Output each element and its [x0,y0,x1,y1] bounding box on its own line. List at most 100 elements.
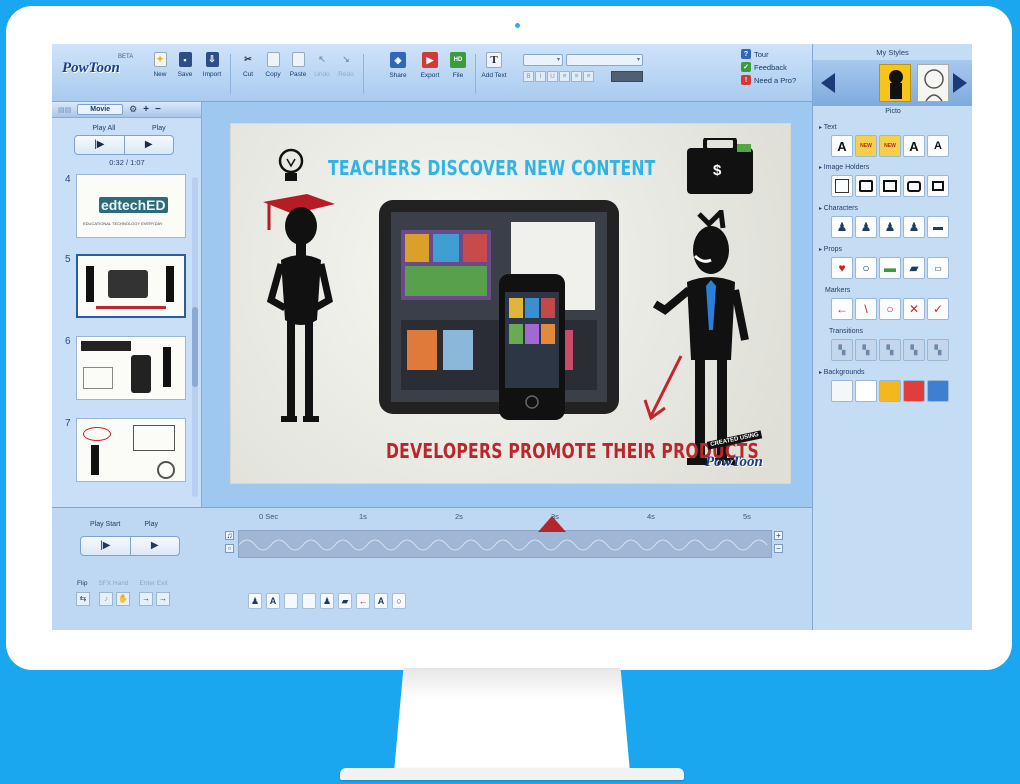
arrow-object-icon[interactable]: ← [356,593,370,609]
text-style-tile[interactable]: A [831,135,853,157]
play-start-button[interactable]: |▶ [81,537,131,555]
remove-slide-button[interactable]: − [155,104,161,115]
play-button[interactable]: ▶ [131,537,180,555]
marker-cross-icon[interactable]: ✕ [903,298,925,320]
category-props[interactable]: Props [819,246,842,253]
sfx-icon[interactable]: ♪ [99,592,113,606]
slides-scrollbar[interactable] [192,177,198,497]
new-text-style-tile[interactable]: NEW [879,135,901,157]
character-walking-icon[interactable]: ♟ [879,216,901,238]
enter-icon[interactable]: → [139,592,153,606]
exit-icon[interactable]: → [156,592,170,606]
trash-icon[interactable]: ▫ [225,544,234,553]
sign-icon[interactable]: ▭ [927,257,949,279]
figure-object-icon[interactable]: ♟ [248,593,262,609]
character-waving-icon[interactable]: ♟ [855,216,877,238]
text-style-tile[interactable]: A [927,135,949,157]
export-button[interactable]: ▶ Export [418,52,442,79]
import-button[interactable]: ⇩ Import [200,52,224,78]
hand-icon[interactable]: ✋ [116,592,130,606]
font-size-select[interactable]: ▾ [523,54,563,66]
slide-thumbnail-4[interactable]: edtechED EDUCATIONAL TECHNOLOGY EVERYDAY [76,174,186,238]
align-left-button[interactable]: ≡ [559,71,570,82]
file-button[interactable]: HD File [446,52,470,79]
blank-frame-icon[interactable] [831,175,853,197]
category-markers[interactable]: Markers [825,287,850,294]
background-swatch[interactable] [903,380,925,402]
category-characters[interactable]: Characters [819,205,858,212]
lightbulb-object-icon[interactable]: ○ [392,593,406,609]
font-family-select[interactable]: ▾ [566,54,643,66]
hanging-frame-icon[interactable] [879,175,901,197]
play-button[interactable]: ▶ [125,136,174,154]
monitor-frame-icon[interactable] [927,175,949,197]
money-icon[interactable]: ▬ [879,257,901,279]
rounded-frame-icon[interactable] [855,175,877,197]
undo-button[interactable]: ↖ Undo [310,52,334,78]
italic-button[interactable]: I [535,71,546,82]
background-swatch[interactable] [927,380,949,402]
transition-icon[interactable]: ▚ [855,339,877,361]
marker-check-icon[interactable]: ✓ [927,298,949,320]
playhead-marker[interactable] [538,516,566,532]
save-button[interactable]: ▪ Save [173,52,197,78]
heart-icon[interactable]: ♥ [831,257,853,279]
text-color-picker[interactable] [611,71,643,82]
character-lying-icon[interactable]: ▬ [927,216,949,238]
timeline-track[interactable] [238,530,772,558]
flip-icon[interactable]: ⇆ [76,592,90,606]
character-pointing-icon[interactable]: ♟ [903,216,925,238]
add-slide-button[interactable]: + [143,104,149,115]
frame-object-icon[interactable] [284,593,298,609]
slide-thumbnail-5[interactable] [76,254,186,318]
category-text[interactable]: Text [819,124,837,131]
slide-thumbnail-6[interactable] [76,336,186,400]
underline-button[interactable]: U [547,71,558,82]
stage-canvas[interactable]: TEACHERS DISCOVER NEW CONTENT $ DEVELOPE… [230,123,791,484]
cut-button[interactable]: ✂ Cut [236,52,260,78]
align-center-button[interactable]: ≡ [571,71,582,82]
lightbulb-icon[interactable]: ○ [855,257,877,279]
character-standing-icon[interactable]: ♟ [831,216,853,238]
redo-button[interactable]: ↘ Redo [334,52,358,78]
briefcase-icon[interactable]: ▰ [903,257,925,279]
align-right-button[interactable]: ≡ [583,71,594,82]
marker-circle-icon[interactable]: ○ [879,298,901,320]
scrollbar-thumb[interactable] [192,307,198,387]
frame-object-icon[interactable] [302,593,316,609]
feedback-link[interactable]: ✓ Feedback [741,62,796,72]
background-swatch[interactable] [855,380,877,402]
transition-icon[interactable]: ▚ [927,339,949,361]
need-pro-link[interactable]: ! Need a Pro? [741,75,796,85]
character-object-icon[interactable]: ♟ [320,593,334,609]
new-button[interactable]: ✦ New [148,52,172,78]
zoom-in-button[interactable]: + [774,531,783,540]
marker-line-icon[interactable]: \ [855,298,877,320]
play-all-button[interactable]: |▶ [75,136,125,154]
slide-thumbnail-7[interactable] [76,418,186,482]
background-swatch[interactable] [831,380,853,402]
briefcase-object-icon[interactable]: ▰ [338,593,352,609]
category-backgrounds[interactable]: Backgrounds [819,369,865,376]
tv-frame-icon[interactable] [903,175,925,197]
paste-button[interactable]: Paste [286,52,310,78]
text-object-icon[interactable]: A [374,593,388,609]
picto-style-thumbnail[interactable] [879,64,911,102]
text-style-tile[interactable]: A [903,135,925,157]
add-text-button[interactable]: T Add Text [481,52,507,79]
text-object-icon[interactable]: A [266,593,280,609]
settings-icon[interactable]: ⚙ [129,104,137,115]
new-text-style-tile[interactable]: NEW [855,135,877,157]
transition-icon[interactable]: ▚ [903,339,925,361]
marker-arrow-icon[interactable]: ← [831,298,853,320]
transition-icon[interactable]: ▚ [831,339,853,361]
category-image-holders[interactable]: Image Holders [819,164,870,171]
share-button[interactable]: ◈ Share [386,52,410,79]
transition-icon[interactable]: ▚ [879,339,901,361]
zoom-out-button[interactable]: − [774,544,783,553]
movie-tab[interactable]: Movie [77,104,124,115]
next-style-arrow[interactable] [953,73,967,93]
background-swatch[interactable] [879,380,901,402]
tour-link[interactable]: ? Tour [741,49,796,59]
sketch-style-thumbnail[interactable] [917,64,949,102]
